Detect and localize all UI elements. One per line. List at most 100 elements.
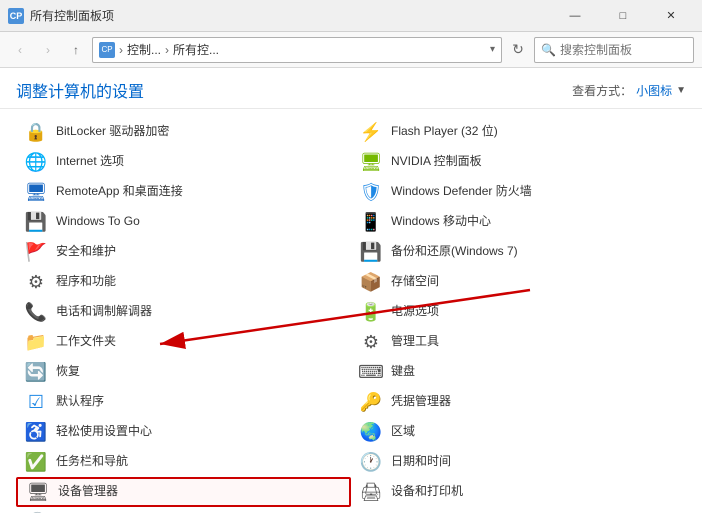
control-item-device[interactable]: 🖥 设备管理器 bbox=[16, 477, 351, 507]
taskbar-label: 任务栏和导航 bbox=[56, 454, 128, 470]
search-box: 🔍 bbox=[534, 37, 694, 63]
power-label: 电源选项 bbox=[391, 304, 439, 320]
title-bar-controls: — □ ✕ bbox=[552, 0, 694, 32]
control-item-workfolder[interactable]: 📁 工作文件夹 bbox=[16, 327, 351, 357]
control-item-phonemodem[interactable]: 📞电话和调制解调器 bbox=[16, 297, 351, 327]
control-item-security[interactable]: 🚩 安全和维护 bbox=[16, 237, 351, 267]
title-bar-left: CP 所有控制面板项 bbox=[8, 7, 114, 24]
title-bar-title: 所有控制面板项 bbox=[30, 7, 114, 24]
path-segment-2: 所有控... bbox=[173, 41, 219, 58]
path-dropdown[interactable]: ▾ bbox=[490, 44, 495, 55]
search-input[interactable] bbox=[560, 43, 687, 57]
address-bar: ‹ › ↑ CP › 控制... › 所有控... ▾ ↻ 🔍 bbox=[0, 32, 702, 68]
control-item-taskbar[interactable]: ✅任务栏和导航 bbox=[16, 447, 351, 477]
keyboard-label: 键盘 bbox=[391, 364, 415, 380]
windowsmobile-icon: 📱 bbox=[359, 210, 383, 234]
keyboard-icon: ⌨ bbox=[359, 360, 383, 384]
control-item-flash[interactable]: ⚡ Flash Player (32 位) bbox=[351, 117, 686, 147]
remoteapp-icon: 🖥 bbox=[24, 180, 48, 204]
windowsmobile-label: Windows 移动中心 bbox=[391, 214, 491, 230]
close-button[interactable]: ✕ bbox=[648, 0, 694, 32]
storage-icon: 📦 bbox=[359, 270, 383, 294]
view-current[interactable]: 小图标 bbox=[636, 82, 672, 99]
control-item-deviceprinter[interactable]: 🖨 设备和打印机 bbox=[351, 477, 686, 507]
device-icon: 🖥 bbox=[26, 480, 50, 504]
nvidia-icon: 🖥 bbox=[359, 150, 383, 174]
internet-icon: 🌐 bbox=[24, 150, 48, 174]
control-item-nvidia[interactable]: 🖥 NVIDIA 控制面板 bbox=[351, 147, 686, 177]
programs-icon: ⚙ bbox=[24, 270, 48, 294]
title-bar: CP 所有控制面板项 — □ ✕ bbox=[0, 0, 702, 32]
easyaccess-label: 轻松使用设置中心 bbox=[56, 424, 152, 440]
control-item-storage[interactable]: 📦 存储空间 bbox=[351, 267, 686, 297]
region-icon: 🌏 bbox=[359, 420, 383, 444]
workfolder-label: 工作文件夹 bbox=[56, 334, 116, 350]
defender-label: Windows Defender 防火墙 bbox=[391, 184, 532, 200]
refresh-button[interactable]: ↻ bbox=[506, 38, 530, 62]
back-button[interactable]: ‹ bbox=[8, 38, 32, 62]
credential-icon: 🔑 bbox=[359, 390, 383, 414]
control-item-remoteapp[interactable]: 🖥 RemoteApp 和桌面连接 bbox=[16, 177, 351, 207]
control-item-sound[interactable]: 🔊声音 bbox=[16, 507, 351, 513]
backup-label: 备份和还原(Windows 7) bbox=[391, 244, 518, 260]
device-label: 设备管理器 bbox=[58, 484, 118, 500]
backup-icon: 💾 bbox=[359, 240, 383, 264]
control-item-programs[interactable]: ⚙ 程序和功能 bbox=[16, 267, 351, 297]
control-item-power[interactable]: 🔋 电源选项 bbox=[351, 297, 686, 327]
defender-icon: 🛡 bbox=[359, 180, 383, 204]
power-icon: 🔋 bbox=[359, 300, 383, 324]
content-header: 调整计算机的设置 查看方式： 小图标 ▼ bbox=[0, 68, 702, 109]
control-item-keyboard[interactable]: ⌨ 键盘 bbox=[351, 357, 686, 387]
windowstogo-label: Windows To Go bbox=[56, 214, 140, 230]
view-arrow-icon[interactable]: ▼ bbox=[676, 85, 686, 96]
deviceprinter-label: 设备和打印机 bbox=[391, 484, 463, 500]
control-item-credential[interactable]: 🔑 凭据管理器 bbox=[351, 387, 686, 417]
easyaccess-icon: ♿ bbox=[24, 420, 48, 444]
control-item-default[interactable]: ☑默认程序 bbox=[16, 387, 351, 417]
default-icon: ☑ bbox=[24, 390, 48, 414]
content-area: 调整计算机的设置 查看方式： 小图标 ▼ 🔒BitLocker 驱动器加密 ⚡ Fl… bbox=[0, 68, 702, 513]
workfolder-icon: 📁 bbox=[24, 330, 48, 354]
forward-button[interactable]: › bbox=[36, 38, 60, 62]
search-icon: 🔍 bbox=[541, 43, 556, 57]
bitlocker-label: BitLocker 驱动器加密 bbox=[56, 124, 169, 140]
control-item-windowstogo[interactable]: 💾Windows To Go bbox=[16, 207, 351, 237]
app-window: CP 所有控制面板项 — □ ✕ ‹ › ↑ CP › 控制... › 所有控.… bbox=[0, 0, 702, 513]
control-item-backup[interactable]: 💾 备份和还原(Windows 7) bbox=[351, 237, 686, 267]
credential-label: 凭据管理器 bbox=[391, 394, 451, 410]
recovery-label: 恢复 bbox=[56, 364, 80, 380]
view-options: 查看方式： 小图标 ▼ bbox=[572, 82, 686, 99]
control-item-windowsmobile[interactable]: 📱 Windows 移动中心 bbox=[351, 207, 686, 237]
path-segment-1: 控制... bbox=[127, 41, 161, 58]
address-path[interactable]: CP › 控制... › 所有控... ▾ bbox=[92, 37, 502, 63]
control-item-datetime[interactable]: 🕐日期和时间 bbox=[351, 447, 686, 477]
minimize-button[interactable]: — bbox=[552, 0, 598, 32]
up-button[interactable]: ↑ bbox=[64, 38, 88, 62]
security-icon: 🚩 bbox=[24, 240, 48, 264]
control-item-mouse[interactable]: 🖱鼠标 bbox=[351, 507, 686, 513]
recovery-icon: 🔄 bbox=[24, 360, 48, 384]
control-item-easyaccess[interactable]: ♿ 轻松使用设置中心 bbox=[16, 417, 351, 447]
control-item-admin[interactable]: ⚙管理工具 bbox=[351, 327, 686, 357]
flash-icon: ⚡ bbox=[359, 120, 383, 144]
control-item-bitlocker[interactable]: 🔒BitLocker 驱动器加密 bbox=[16, 117, 351, 147]
security-label: 安全和维护 bbox=[56, 244, 116, 260]
storage-label: 存储空间 bbox=[391, 274, 439, 290]
items-grid: 🔒BitLocker 驱动器加密 ⚡ Flash Player (32 位) 🌐 Int… bbox=[0, 109, 702, 513]
region-label: 区域 bbox=[391, 424, 415, 440]
admin-icon: ⚙ bbox=[359, 330, 383, 354]
control-item-recovery[interactable]: 🔄 恢复 bbox=[16, 357, 351, 387]
control-item-defender[interactable]: 🛡 Windows Defender 防火墙 bbox=[351, 177, 686, 207]
remoteapp-label: RemoteApp 和桌面连接 bbox=[56, 184, 183, 200]
nvidia-label: NVIDIA 控制面板 bbox=[391, 154, 482, 170]
control-item-region[interactable]: 🌏 区域 bbox=[351, 417, 686, 447]
programs-label: 程序和功能 bbox=[56, 274, 116, 290]
deviceprinter-icon: 🖨 bbox=[359, 480, 383, 504]
flash-label: Flash Player (32 位) bbox=[391, 124, 498, 140]
control-item-internet[interactable]: 🌐 Internet 选项 bbox=[16, 147, 351, 177]
internet-label: Internet 选项 bbox=[56, 154, 124, 170]
datetime-icon: 🕐 bbox=[359, 450, 383, 474]
maximize-button[interactable]: □ bbox=[600, 0, 646, 32]
title-bar-icon: CP bbox=[8, 8, 24, 24]
view-label: 查看方式： bbox=[572, 82, 632, 99]
